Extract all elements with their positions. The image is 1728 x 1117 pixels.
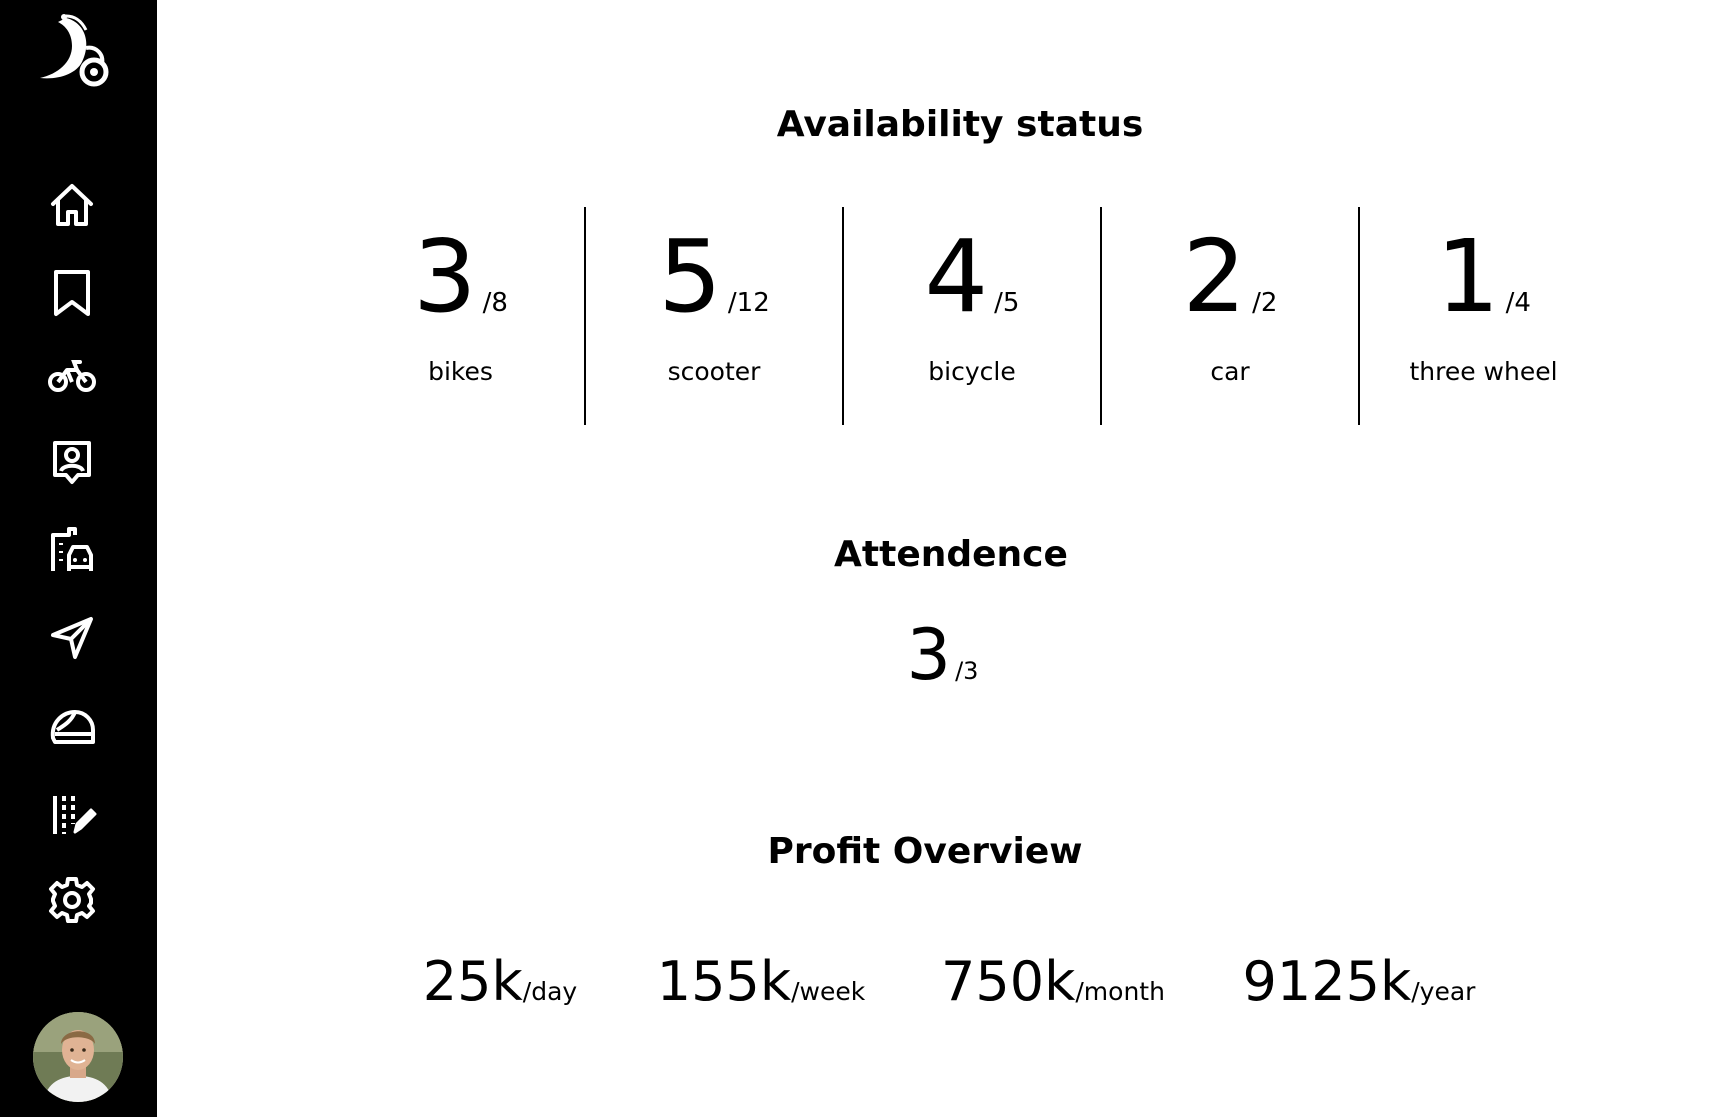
availability-item-three-wheel: 1/4 three wheel	[1360, 207, 1607, 425]
availability-row: 3/8 bikes 5/12 scooter 4/5 bicycle 2/2 c…	[337, 207, 1607, 425]
attendance-value: 3/3	[157, 620, 1728, 690]
availability-title: Availability status	[776, 104, 1144, 145]
building-car-icon	[51, 527, 93, 571]
user-badge-icon	[53, 441, 91, 484]
profit-unit: /day	[522, 977, 578, 1006]
user-avatar[interactable]	[33, 1012, 123, 1102]
availability-total: /4	[1505, 288, 1531, 318]
rider-moon-logo-icon[interactable]	[36, 12, 112, 88]
home-icon	[51, 184, 93, 226]
profit-value: 155k	[656, 950, 792, 1013]
availability-total: /2	[1252, 288, 1278, 318]
send-icon	[51, 617, 93, 659]
nav-vehicles[interactable]	[42, 345, 102, 405]
availability-value: 1	[1436, 218, 1500, 335]
profit-value: 9125k	[1242, 950, 1412, 1013]
motorbike-icon	[48, 360, 96, 392]
profit-day: 25k/day	[423, 950, 577, 1013]
availability-item-car: 2/2 car	[1102, 207, 1358, 425]
profit-year: 9125k/year	[1243, 950, 1476, 1013]
availability-item-bikes: 3/8 bikes	[337, 207, 584, 425]
gear-icon	[49, 877, 95, 923]
availability-label: bikes	[428, 357, 493, 386]
nav-bookmarks[interactable]	[42, 263, 102, 323]
availability-item-bicycle: 4/5 bicycle	[844, 207, 1100, 425]
sidebar	[0, 0, 157, 1117]
profit-unit: /year	[1411, 977, 1476, 1006]
helmet-icon	[50, 710, 95, 744]
nav-home[interactable]	[42, 175, 102, 235]
availability-value: 4	[924, 218, 989, 335]
nav-logs[interactable]	[42, 785, 102, 845]
availability-total: /12	[727, 288, 770, 318]
availability-value: 3	[413, 218, 477, 335]
attendance-total: /3	[955, 657, 979, 685]
attendance-count: 3	[906, 614, 952, 696]
availability-item-scooter: 5/12 scooter	[586, 207, 842, 425]
nav-send[interactable]	[42, 608, 102, 668]
profit-unit: /week	[791, 977, 866, 1006]
profit-value: 750k	[941, 950, 1076, 1013]
attendance-title: Attendence	[834, 534, 1068, 575]
availability-value: 5	[658, 218, 722, 335]
profit-week: 155k/week	[657, 950, 865, 1013]
avatar-photo	[33, 1012, 123, 1102]
edit-list-icon	[53, 796, 97, 834]
dashboard-main: Availability status 3/8 bikes 5/12 scoot…	[157, 0, 1728, 1117]
availability-label: bicycle	[928, 357, 1016, 386]
availability-label: car	[1210, 357, 1250, 386]
nav-riders[interactable]	[42, 697, 102, 757]
availability-total: /5	[994, 288, 1020, 318]
profit-unit: /month	[1075, 977, 1165, 1006]
profit-value: 25k	[422, 950, 523, 1013]
nav-settings[interactable]	[42, 870, 102, 930]
availability-value: 2	[1182, 218, 1247, 335]
profit-month: 750k/month	[941, 950, 1165, 1013]
nav-garage[interactable]	[42, 520, 102, 580]
nav-users[interactable]	[42, 432, 102, 492]
profit-title: Profit Overview	[767, 831, 1083, 872]
availability-total: /8	[482, 288, 508, 318]
availability-label: three wheel	[1409, 357, 1558, 386]
bookmark-icon	[54, 270, 90, 316]
availability-label: scooter	[667, 357, 761, 386]
